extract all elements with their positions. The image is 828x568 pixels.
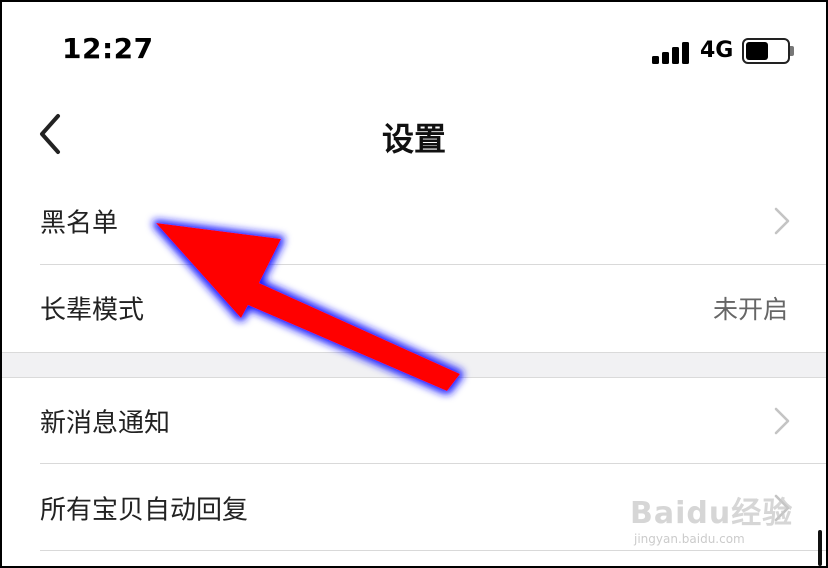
divider xyxy=(40,463,826,464)
scrollbar[interactable] xyxy=(818,530,822,566)
network-type: 4G xyxy=(700,38,734,63)
battery-icon xyxy=(742,38,794,64)
page-title: 设置 xyxy=(381,120,446,158)
settings-row-elder-mode[interactable]: 长辈模式 未开启 xyxy=(2,265,826,351)
watermark-subtext: jingyan.baidu.com xyxy=(634,532,745,546)
signal-strength-icon xyxy=(652,40,692,64)
screen: 12:27 4G 设置 黑名单 长辈模式 未开启 新消息通知 所有宝贝自动回复 … xyxy=(2,2,826,566)
settings-row-new-message-notification[interactable]: 新消息通知 xyxy=(2,378,826,464)
watermark-text: Baidu经验 xyxy=(630,496,794,531)
row-label: 所有宝贝自动回复 xyxy=(40,495,249,526)
status-time: 12:27 xyxy=(62,32,154,65)
row-label: 黑名单 xyxy=(40,208,119,239)
section-separator xyxy=(2,352,826,378)
row-label: 长辈模式 xyxy=(40,295,145,326)
baidu-watermark: Baidu经验 jingyan.baidu.com xyxy=(630,478,810,552)
row-label: 新消息通知 xyxy=(40,408,171,439)
chevron-right-icon xyxy=(774,407,790,435)
row-value: 未开启 xyxy=(712,295,788,324)
chevron-right-icon xyxy=(774,207,790,235)
settings-row-blacklist[interactable]: 黑名单 xyxy=(2,178,826,264)
